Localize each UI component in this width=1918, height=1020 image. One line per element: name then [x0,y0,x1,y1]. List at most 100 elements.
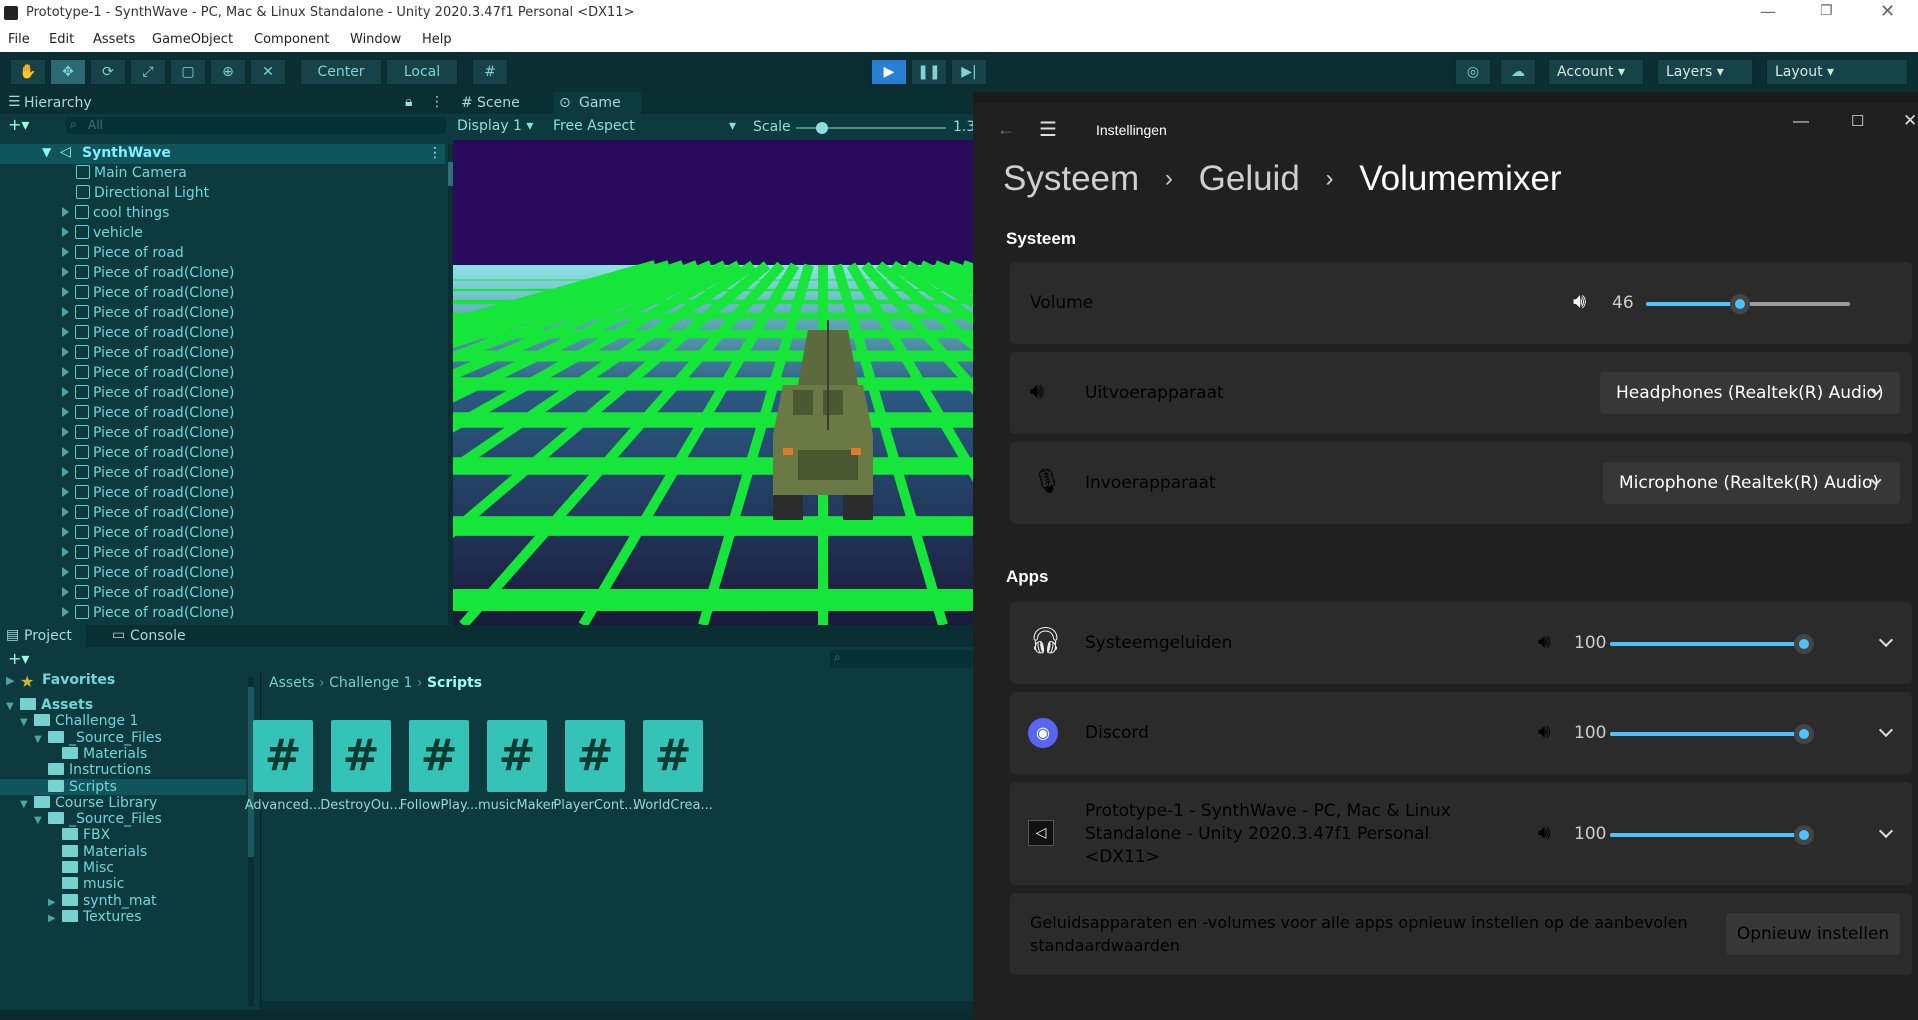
breadcrumb-scripts[interactable]: Scripts [427,675,482,691]
close-icon[interactable]: ✕ [1880,1,1895,22]
expand-arrow-icon[interactable] [62,347,69,357]
pivot-center-button[interactable]: Center [300,59,382,85]
speaker-icon[interactable]: 🔊︎ [1538,719,1551,743]
tree-item[interactable]: ▼ Challenge 1 [0,713,246,729]
aspect-dropdown[interactable]: Free Aspect ▾ [553,118,739,134]
tree-item[interactable]: FBX [0,827,246,843]
expand-arrow-icon[interactable] [62,507,69,517]
slider-thumb[interactable] [1794,724,1814,744]
input-device-dropdown[interactable]: Microphone (Realtek(R) Audio) [1603,462,1900,504]
speaker-icon[interactable]: 🔊︎ [1538,629,1551,653]
hierarchy-item[interactable]: Piece of road(Clone) [0,425,445,445]
expand-arrow-icon[interactable] [62,467,69,477]
hierarchy-item[interactable]: Piece of road(Clone) [0,525,445,545]
tree-expand-icon[interactable]: ▼ [20,717,34,728]
settings-maximize-icon[interactable]: ☐ [1851,112,1864,130]
menu-help[interactable]: Help [422,32,452,47]
tree-item[interactable]: Instructions [0,762,246,778]
expand-arrow-icon[interactable] [62,447,69,457]
expand-arrow-icon[interactable] [62,327,69,337]
tree-item[interactable]: Misc [0,860,246,876]
slider-thumb[interactable] [1794,825,1814,845]
hierarchy-item[interactable]: Main Camera [0,165,445,185]
custom-tool-icon[interactable]: ✕ [250,59,286,85]
hand-tool-icon[interactable]: ✋ [10,59,46,85]
menu-gameobject[interactable]: GameObject [152,32,233,47]
hamburger-menu-icon[interactable]: ☰ [1039,117,1057,142]
script-file-name[interactable]: WorldCrea... [628,798,718,813]
csharp-script-icon[interactable]: # [409,720,469,792]
console-tab[interactable]: Console [130,628,186,644]
back-arrow-icon[interactable]: ← [997,119,1015,140]
favorites-label[interactable]: Favorites [42,672,115,688]
scene-row[interactable]: ▼ ◁ SynthWave ⋮ [0,144,445,164]
restore-icon[interactable]: ❐ [1820,3,1833,19]
account-dropdown[interactable]: Account ▾ [1548,59,1644,85]
tree-item[interactable]: ▼ Course Library [0,795,246,811]
hierarchy-item[interactable]: Piece of road(Clone) [0,405,445,425]
master-volume-slider[interactable] [1646,294,1850,314]
csharp-script-icon[interactable]: # [331,720,391,792]
move-tool-icon[interactable]: ✥ [50,59,86,85]
slider-thumb[interactable] [1729,294,1750,314]
project-tab[interactable]: ▤ Project [0,625,86,647]
tree-expand-icon[interactable]: ▼ [20,799,34,810]
csharp-script-icon[interactable]: # [643,720,703,792]
pause-button[interactable]: ❚❚ [911,59,947,85]
hierarchy-item[interactable]: Piece of road(Clone) [0,485,445,505]
csharp-script-icon[interactable]: # [253,720,313,792]
breadcrumb-assets[interactable]: Assets [269,675,315,691]
breadcrumb-challenge[interactable]: Challenge 1 [329,675,412,691]
speaker-icon[interactable]: 🔊︎ [1573,289,1586,314]
hierarchy-search-input[interactable]: ⌕ All [66,117,446,134]
expand-arrow-icon[interactable] [62,367,69,377]
expand-arrow-icon[interactable] [62,427,69,437]
tree-item[interactable]: ▶ synth_mat [0,893,246,909]
rotate-tool-icon[interactable]: ⟳ [90,59,126,85]
pivot-local-button[interactable]: Local [386,59,458,85]
scale-tool-icon[interactable]: ⤢ [130,59,166,85]
csharp-script-icon[interactable]: # [565,720,625,792]
play-button[interactable]: ▶ [871,59,907,85]
expand-chevron-icon[interactable] [1878,632,1894,648]
hierarchy-item[interactable]: Piece of road(Clone) [0,345,445,365]
tree-expand-icon[interactable]: ▼ [34,734,48,745]
script-file-name[interactable]: Advanced... [238,798,328,813]
expand-arrow-icon[interactable] [62,227,69,237]
expand-arrow-icon[interactable] [62,207,69,217]
menu-window[interactable]: Window [350,32,401,47]
output-device-dropdown[interactable]: Headphones (Realtek(R) Audio) [1600,372,1900,414]
speaker-icon[interactable]: 🔊︎ [1538,820,1551,844]
project-search-input[interactable]: ⌕ [830,650,973,668]
expand-arrow-icon[interactable] [62,527,69,537]
hierarchy-item[interactable]: Piece of road(Clone) [0,605,445,625]
expand-arrow-icon[interactable] [62,287,69,297]
tree-item[interactable]: ▼ _Source_Files [0,730,246,746]
tree-expand-icon[interactable]: ▶ [48,913,62,924]
breadcrumb-systeem[interactable]: Systeem [1003,159,1139,198]
hierarchy-item[interactable]: Piece of road(Clone) [0,445,445,465]
tree-item[interactable]: ▶ Textures [0,909,246,925]
hierarchy-item[interactable]: cool things [0,205,445,225]
expand-icon[interactable]: ▼ [42,145,51,159]
menu-file[interactable]: File [8,32,30,47]
script-file-name[interactable]: PlayerCont... [550,798,640,813]
menu-assets[interactable]: Assets [93,32,135,47]
expand-arrow-icon[interactable] [62,407,69,417]
transform-tool-icon[interactable]: ⊕ [210,59,246,85]
hierarchy-item[interactable]: Piece of road(Clone) [0,305,445,325]
game-viewport[interactable] [453,140,973,625]
hierarchy-item[interactable]: Piece of road(Clone) [0,365,445,385]
menu-component[interactable]: Component [254,32,329,47]
reset-button[interactable]: Opnieuw instellen [1726,913,1900,955]
tree-expand-icon[interactable]: ▼ [6,701,20,712]
create-icon[interactable]: +▾ [8,649,29,668]
favorites-expand-icon[interactable]: ▶ [6,674,14,687]
settings-minimize-icon[interactable]: — [1793,113,1809,131]
csharp-script-icon[interactable]: # [487,720,547,792]
script-file-name[interactable]: FollowPlay... [394,798,484,813]
settings-close-icon[interactable]: ✕ [1903,111,1917,131]
scale-slider-thumb[interactable] [816,122,828,134]
expand-arrow-icon[interactable] [62,547,69,557]
layout-dropdown[interactable]: Layout ▾ [1766,59,1908,85]
